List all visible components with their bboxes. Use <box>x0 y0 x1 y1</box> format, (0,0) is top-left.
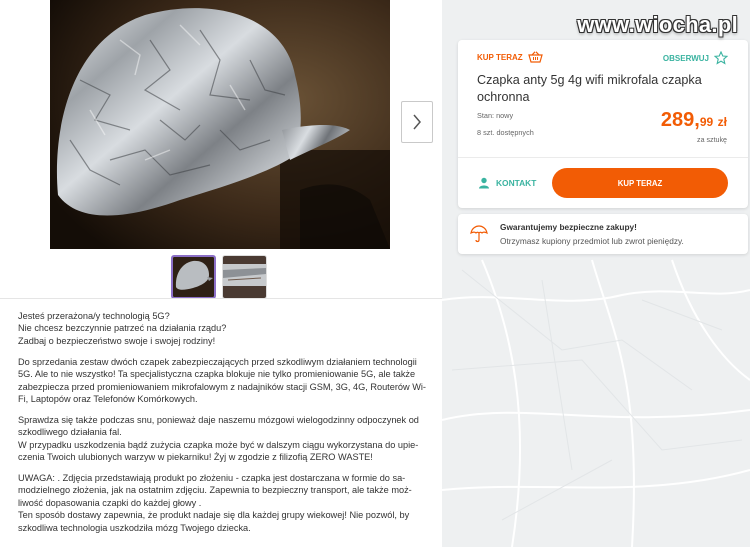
guarantee-subtitle: Otrzymasz kupiony przedmiot lub zwrot pi… <box>500 236 684 246</box>
watch-button[interactable]: OBSERWUJ <box>663 51 728 65</box>
description-paragraph: Jesteś przerażona/y technologią 5G? Nie … <box>18 311 227 346</box>
thumbnail-image <box>223 256 266 298</box>
offer-title: Czapka anty 5g 4g wifi mikrofala czapka … <box>477 73 702 104</box>
basket-icon <box>527 51 543 63</box>
description-paragraph: Sprawdza się także podczas snu, ponieważ… <box>18 414 419 463</box>
price-integer: 289, <box>660 109 700 131</box>
main-product-photo[interactable] <box>50 0 390 249</box>
thumbnail-2[interactable] <box>222 255 267 299</box>
per-item-text: za sztukę <box>697 136 727 144</box>
guarantee-card: Gwarantujemy bezpieczne zakupy! Otrzymas… <box>458 214 748 254</box>
guarantee-title: Gwarantujemy bezpieczne zakupy! <box>500 222 637 232</box>
contact-label: KONTAKT <box>496 178 537 188</box>
buy-now-tag: KUP TERAZ <box>477 51 543 63</box>
foil-hat-photo <box>50 0 390 249</box>
product-description: Jesteś przerażona/y technologią 5G? Nie … <box>18 310 428 543</box>
user-icon <box>479 177 489 189</box>
price-decimal: 99 <box>699 115 714 129</box>
watermark-logo: www.wiocha.pl <box>577 12 738 37</box>
next-photo-button[interactable] <box>401 101 433 143</box>
purchase-card: KUP TERAZ OBSERWUJ Czapka anty 5g 4g wif… <box>458 40 748 208</box>
price: 289,99 zł <box>661 109 727 132</box>
card-divider <box>458 157 748 158</box>
star-icon <box>714 51 728 65</box>
thumbnail-strip <box>171 255 267 299</box>
price-currency: zł <box>717 115 727 129</box>
contact-button[interactable]: KONTAKT <box>478 177 536 189</box>
buy-now-button[interactable]: KUP TERAZ <box>552 168 728 198</box>
gallery-and-description: Jesteś przerażona/y technologią 5G? Nie … <box>0 0 442 547</box>
description-paragraph: Do sprzedania zestaw dwóch czapek zabezp… <box>18 356 426 404</box>
umbrella-icon <box>470 225 488 243</box>
buy-now-tag-label: KUP TERAZ <box>477 52 523 62</box>
watch-label: OBSERWUJ <box>662 53 709 63</box>
chevron-right-icon <box>413 114 421 130</box>
thumbnail-image <box>173 257 214 297</box>
divider <box>0 298 442 299</box>
condition-text: Stan: nowy <box>477 111 514 120</box>
thumbnail-1[interactable] <box>171 255 216 299</box>
availability-text: 8 szt. dostępnych <box>477 128 534 137</box>
description-paragraph: UWAGA: . Zdjęcia przedstawiają produkt p… <box>18 472 412 533</box>
